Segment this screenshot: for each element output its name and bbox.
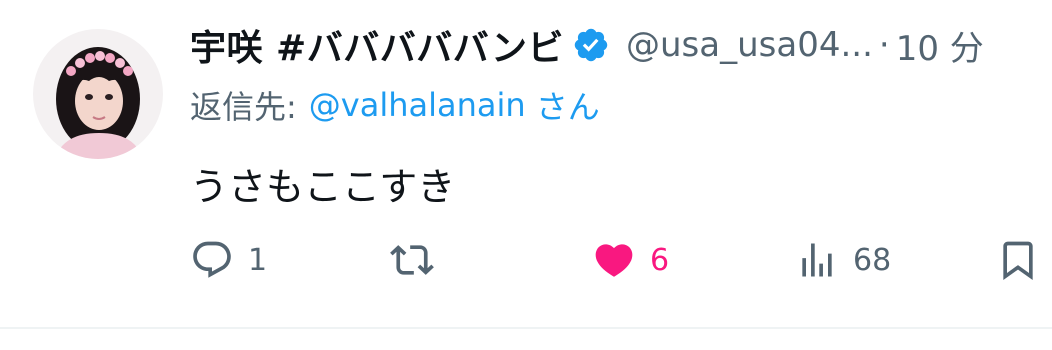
reply-user-link[interactable]: @valhalanain (309, 86, 526, 124)
retweet-icon (390, 238, 434, 282)
avatar-image (33, 29, 163, 159)
timestamp[interactable]: 10 分 (896, 21, 984, 70)
reply-icon (190, 238, 234, 282)
tweet-header: 宇咲 #バババババンビ @usa_usa04... · 10 分 (190, 16, 984, 74)
retweet-button[interactable] (390, 230, 434, 290)
separator-dot: · (878, 25, 890, 65)
verified-badge-icon[interactable] (572, 26, 610, 64)
views-icon (795, 238, 839, 282)
reply-button[interactable]: 1 (190, 230, 267, 290)
tweet[interactable]: 宇咲 #バババババンビ @usa_usa04... · 10 分 返信先: @v… (0, 0, 1052, 328)
bookmark-button[interactable] (996, 230, 1040, 290)
views-count: 68 (853, 242, 892, 278)
display-name[interactable]: 宇咲 #バババババンビ (190, 19, 564, 71)
like-count: 6 (650, 242, 670, 278)
bookmark-icon (996, 238, 1040, 282)
user-handle[interactable]: @usa_usa04... (626, 25, 873, 65)
heart-icon (592, 238, 636, 282)
like-button[interactable]: 6 (592, 230, 669, 290)
avatar[interactable] (33, 29, 163, 159)
reply-context: 返信先: @valhalanain さん (190, 80, 600, 130)
reply-suffix: さん (535, 88, 600, 126)
tweet-text: うさもここすき (190, 164, 456, 209)
action-bar: 1 6 68 (190, 230, 1040, 290)
views-button[interactable]: 68 (795, 230, 891, 290)
reply-count: 1 (248, 242, 268, 278)
reply-prefix: 返信先: (190, 88, 297, 126)
tweet-divider (0, 327, 1052, 329)
